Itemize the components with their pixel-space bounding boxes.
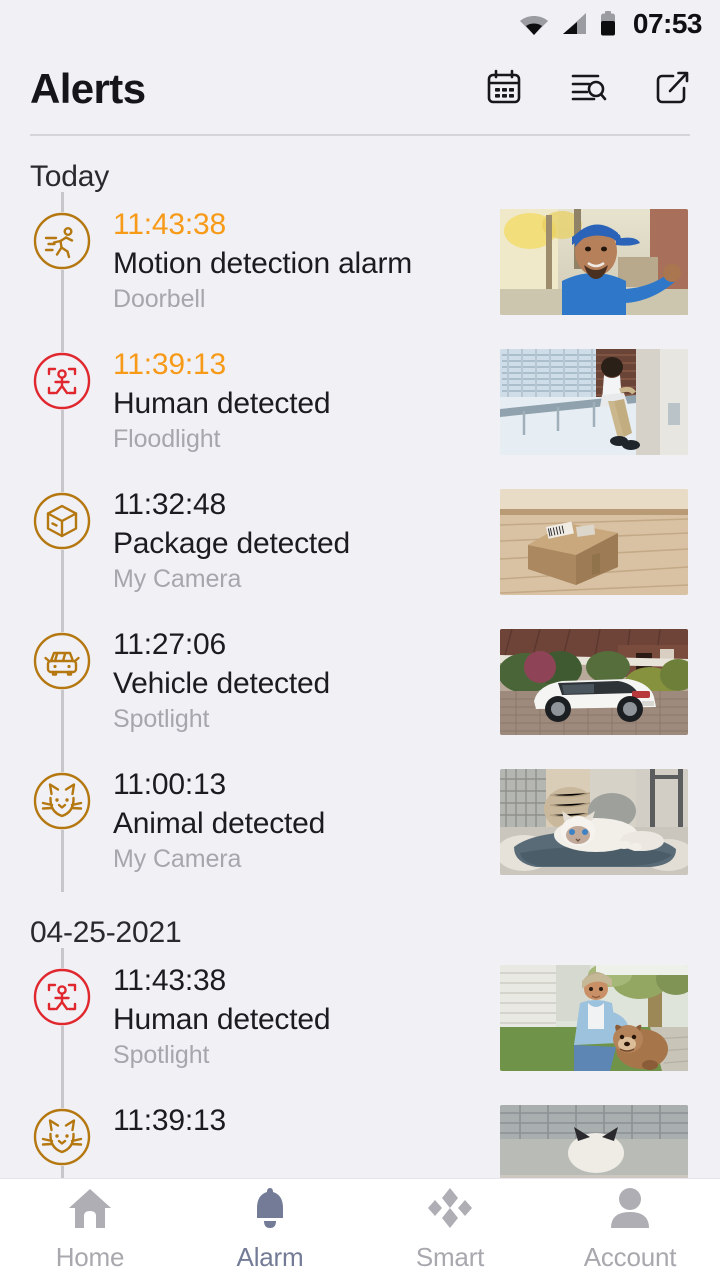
nav-label-alarm: Alarm (236, 1242, 304, 1272)
alert-source: Floodlight (113, 425, 221, 454)
header-actions (482, 67, 694, 111)
alert-time: 11:43:38 (113, 208, 226, 241)
filter-search-button[interactable] (566, 67, 610, 111)
alerts-screen: 07:53 Alerts Today 11:43:38 Motion detec… (0, 0, 720, 1280)
app-header: Alerts (0, 48, 720, 130)
nav-label-smart: Smart (415, 1242, 485, 1272)
cat-partial-thumbnail[interactable] (500, 1105, 688, 1178)
alert-source: Doorbell (113, 285, 206, 314)
alert-text: 11:43:38 Motion detection alarm Doorbell (91, 192, 500, 317)
alert-row[interactable]: 11:43:38 Human detected Spotlight (0, 948, 720, 1088)
alert-source: My Camera (113, 565, 242, 594)
alert-title: Animal detected (113, 807, 326, 841)
timeline-dated: 11:43:38 Human detected Spotlight 11:39:… (0, 948, 720, 1178)
filter-search-icon (568, 67, 608, 112)
battery-icon (599, 11, 617, 37)
timeline-today: 11:43:38 Motion detection alarm Doorbell (0, 192, 720, 892)
bottom-navigation: Home Alarm Smart Account (0, 1178, 720, 1280)
calendar-icon (484, 67, 524, 112)
person-on-railing-thumbnail[interactable] (500, 349, 688, 455)
alert-text: 11:39:13 (91, 1088, 500, 1140)
alert-time: 11:43:38 (113, 964, 226, 997)
calendar-button[interactable] (482, 67, 526, 111)
cat-on-cushion-thumbnail[interactable] (500, 769, 688, 875)
animal-cat-icon (33, 1108, 91, 1166)
alert-source: Spotlight (113, 705, 210, 734)
alert-row[interactable]: 11:39:13 Human detected Floodlight (0, 332, 720, 472)
alert-time: 11:00:13 (113, 768, 226, 801)
status-bar: 07:53 (0, 0, 720, 48)
alert-time: 11:39:13 (113, 348, 226, 381)
alert-title: Package detected (113, 527, 350, 561)
nav-item-home[interactable]: Home (0, 1179, 180, 1280)
edit-compose-icon (652, 67, 692, 112)
alert-text: 11:32:48 Package detected My Camera (91, 472, 500, 597)
alert-title: Human detected (113, 1003, 331, 1037)
alert-title: Human detected (113, 387, 331, 421)
alert-text: 11:27:06 Vehicle detected Spotlight (91, 612, 500, 737)
alert-title: Vehicle detected (113, 667, 330, 701)
alert-row[interactable]: 11:32:48 Package detected My Camera (0, 472, 720, 612)
alert-time: 11:39:13 (113, 1104, 226, 1137)
man-with-dog-thumbnail[interactable] (500, 965, 688, 1071)
cellular-signal-icon (560, 12, 588, 36)
alert-time: 11:27:06 (113, 628, 226, 661)
group-label-date: 04-25-2021 (30, 916, 182, 949)
person-icon (607, 1186, 653, 1235)
alerts-list[interactable]: Today 11:43:38 Motion detection alarm Do… (0, 136, 720, 1178)
delivery-person-thumbnail[interactable] (500, 209, 688, 315)
alert-row[interactable]: 11:00:13 Animal detected My Camera (0, 752, 720, 892)
home-icon (67, 1186, 113, 1235)
alert-row[interactable]: 11:39:13 (0, 1088, 720, 1178)
page-title: Alerts (30, 65, 146, 112)
motion-running-icon (33, 212, 91, 270)
wifi-icon (519, 12, 549, 36)
alert-row[interactable]: 11:43:38 Motion detection alarm Doorbell (0, 192, 720, 332)
alert-title: Motion detection alarm (113, 247, 413, 281)
nav-item-alarm[interactable]: Alarm (180, 1179, 360, 1280)
smart-diamonds-icon (427, 1186, 473, 1235)
alert-text: 11:43:38 Human detected Spotlight (91, 948, 500, 1073)
package-box-icon (33, 492, 91, 550)
alert-text: 11:00:13 Animal detected My Camera (91, 752, 500, 877)
alert-source: My Camera (113, 845, 242, 874)
edit-button[interactable] (650, 67, 694, 111)
animal-cat-icon (33, 772, 91, 830)
nav-item-account[interactable]: Account (540, 1179, 720, 1280)
human-detection-icon (33, 968, 91, 1026)
human-detection-icon (33, 352, 91, 410)
status-bar-clock: 07:53 (632, 8, 703, 39)
alert-text: 11:39:13 Human detected Floodlight (91, 332, 500, 457)
group-label-today: Today (30, 160, 110, 193)
vehicle-car-icon (33, 632, 91, 690)
nav-label-account: Account (583, 1242, 677, 1272)
alert-time: 11:32:48 (113, 488, 226, 521)
cardboard-box-thumbnail[interactable] (500, 489, 688, 595)
white-car-driveway-thumbnail[interactable] (500, 629, 688, 735)
nav-item-smart[interactable]: Smart (360, 1179, 540, 1280)
bell-icon (247, 1186, 293, 1235)
alert-row[interactable]: 11:27:06 Vehicle detected Spotlight (0, 612, 720, 752)
nav-label-home: Home (55, 1242, 125, 1272)
alert-source: Spotlight (113, 1041, 210, 1070)
